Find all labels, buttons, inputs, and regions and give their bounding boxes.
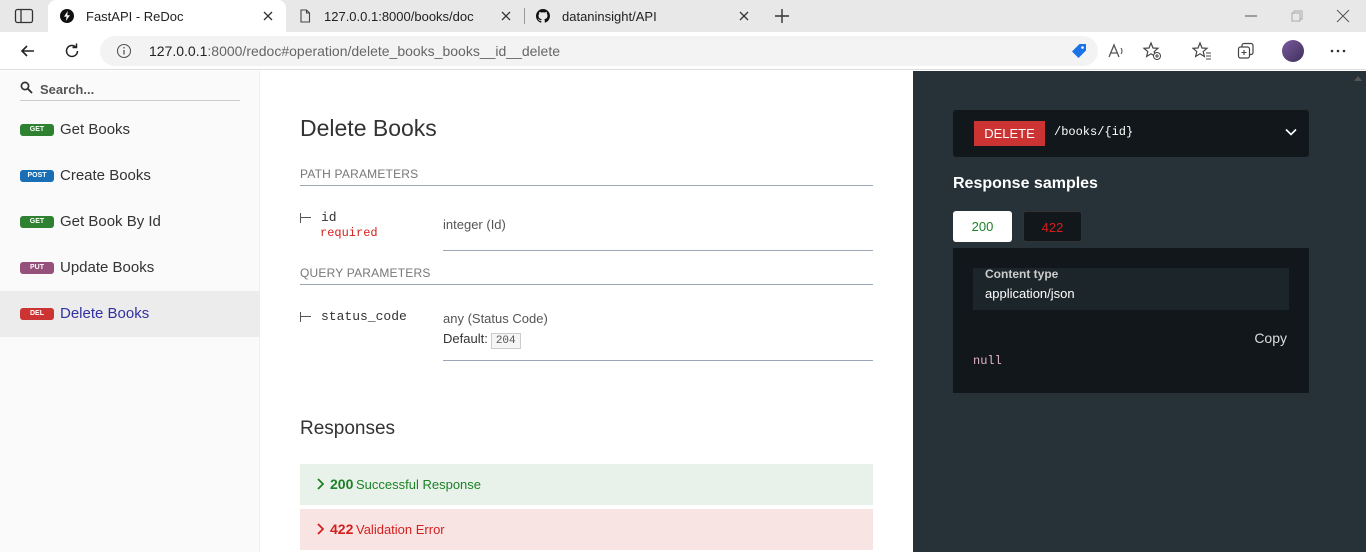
response-description: Validation Error <box>356 522 445 537</box>
page-icon <box>300 9 311 23</box>
tab-title: 127.0.0.1:8000/books/doc <box>324 9 474 24</box>
search-box <box>20 79 240 101</box>
profile-avatar[interactable] <box>1282 40 1304 62</box>
url-text: 127.0.0.1:8000/redoc#operation/delete_bo… <box>149 43 560 59</box>
chevron-down-icon <box>1285 128 1297 136</box>
sample-tab-422[interactable]: 422 <box>1023 211 1082 242</box>
tab-title: FastAPI - ReDoc <box>86 9 184 24</box>
sidebar-item-label: Update Books <box>60 259 155 276</box>
endpoint-path: /books/{id} <box>1054 125 1134 139</box>
collections-icon[interactable] <box>1236 41 1256 61</box>
method-badge-delete: DELETE <box>974 121 1045 146</box>
more-menu-icon[interactable] <box>1328 41 1348 61</box>
divider <box>443 250 873 251</box>
response-422-row[interactable]: 422 Validation Error <box>300 509 873 550</box>
sidebar-item-get-books[interactable]: GET Get Books <box>0 107 260 153</box>
path-params-heading: PATH PARAMETERS <box>300 167 419 181</box>
param-tree-icon <box>300 312 312 322</box>
param-name-status-code: status_code <box>321 309 407 324</box>
sidebar-item-label: Create Books <box>60 167 151 184</box>
method-badge-get: GET <box>20 124 54 136</box>
sidebar-item-label: Get Book By Id <box>60 213 161 230</box>
param-name-id: id <box>321 210 337 225</box>
method-badge-post: POST <box>20 170 54 182</box>
param-required-label: required <box>320 226 378 240</box>
url-path: :8000/redoc#operation/delete_books_books… <box>207 43 561 59</box>
method-badge-put: PUT <box>20 262 54 274</box>
divider <box>300 284 873 285</box>
divider <box>443 360 873 361</box>
close-icon[interactable] <box>260 8 276 24</box>
default-label: Default: <box>443 331 488 346</box>
content-type-label: Content type <box>985 267 1059 281</box>
sidebar-item-delete-books[interactable]: DEL Delete Books <box>0 291 260 337</box>
browser-tab-bar: FastAPI - ReDoc 127.0.0.1:8000/books/doc… <box>0 0 1366 32</box>
method-badge-get: GET <box>20 216 54 228</box>
tab-books-doc[interactable]: 127.0.0.1:8000/books/doc <box>286 0 524 32</box>
response-samples-heading: Response samples <box>953 175 1098 192</box>
operation-title: Delete Books <box>300 115 437 141</box>
response-code: 422 <box>330 521 354 537</box>
param-type-status-code: any (Status Code) <box>443 311 548 326</box>
sidebar-item-create-books[interactable]: POST Create Books <box>0 153 260 199</box>
sample-body-value: null <box>973 354 1002 368</box>
response-code: 200 <box>330 476 354 492</box>
sidebar-item-label: Get Books <box>60 121 131 138</box>
param-type-id: integer (Id) <box>443 217 506 232</box>
divider <box>300 185 873 186</box>
refresh-icon[interactable] <box>62 41 82 61</box>
sidebar: GET Get Books POST Create Books GET Get … <box>0 71 260 552</box>
github-icon <box>536 9 550 23</box>
browser-nav-bar: 127.0.0.1:8000/redoc#operation/delete_bo… <box>0 32 1366 70</box>
window-close-icon[interactable] <box>1333 6 1353 26</box>
sidebar-item-label: Delete Books <box>60 305 150 322</box>
tab-github-api[interactable]: dataninsight/API <box>524 0 762 32</box>
default-value: 204 <box>490 333 521 349</box>
sample-tab-200[interactable]: 200 <box>953 211 1012 242</box>
tab-title: dataninsight/API <box>562 9 657 24</box>
content-type-value: application/json <box>985 286 1075 301</box>
method-badge-del: DEL <box>20 308 54 320</box>
restore-icon[interactable] <box>1287 6 1307 26</box>
address-bar[interactable]: 127.0.0.1:8000/redoc#operation/delete_bo… <box>100 36 1098 66</box>
response-200-row[interactable]: 200 Successful Response <box>300 464 873 505</box>
param-tree-icon <box>300 213 312 223</box>
shopping-tag-icon[interactable] <box>1070 42 1088 60</box>
favorites-icon[interactable] <box>1192 41 1212 61</box>
info-icon[interactable] <box>116 43 132 59</box>
chevron-right-icon <box>317 523 324 535</box>
response-description: Successful Response <box>356 477 482 492</box>
minimize-icon[interactable] <box>1241 6 1261 26</box>
read-aloud-icon[interactable] <box>1106 41 1126 61</box>
scroll-up-arrow-icon[interactable] <box>1353 74 1363 82</box>
param-default: Default: 204 <box>443 331 521 349</box>
search-icon <box>20 81 33 94</box>
search-input[interactable] <box>40 79 236 99</box>
back-arrow-icon[interactable] <box>18 41 38 61</box>
sidebar-item-get-book-by-id[interactable]: GET Get Book By Id <box>0 199 260 245</box>
chevron-right-icon <box>317 478 324 490</box>
lightning-icon <box>60 9 74 23</box>
close-icon[interactable] <box>498 8 514 24</box>
samples-panel: DELETE /books/{id} Response samples 200 … <box>913 71 1366 552</box>
endpoint-dropdown[interactable]: DELETE /books/{id} <box>953 110 1309 157</box>
sample-body-panel: Content type application/json Copy null <box>953 248 1309 393</box>
redoc-page: GET Get Books POST Create Books GET Get … <box>0 71 1366 552</box>
sidebar-item-update-books[interactable]: PUT Update Books <box>0 245 260 291</box>
url-host: 127.0.0.1 <box>149 43 208 59</box>
close-icon[interactable] <box>736 8 752 24</box>
tab-fastapi-redoc[interactable]: FastAPI - ReDoc <box>48 0 286 32</box>
new-tab-icon[interactable] <box>772 6 792 26</box>
operation-content: Delete Books PATH PARAMETERS id required… <box>260 71 913 552</box>
query-params-heading: QUERY PARAMETERS <box>300 266 431 280</box>
content-type-select[interactable]: Content type application/json <box>973 267 1289 310</box>
add-favorite-icon[interactable] <box>1142 41 1162 61</box>
responses-heading: Responses <box>300 418 396 439</box>
tab-actions-icon[interactable] <box>14 8 34 24</box>
copy-button[interactable]: Copy <box>1254 330 1287 346</box>
